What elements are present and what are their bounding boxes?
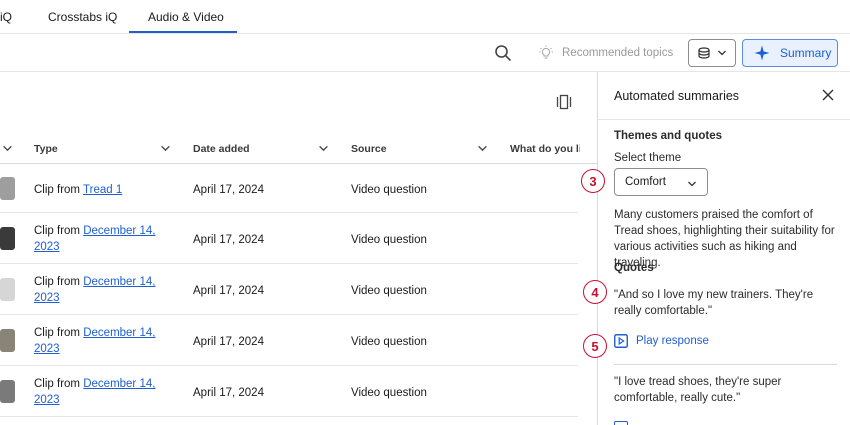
clip-prefix: Clip from	[34, 276, 81, 288]
clip-source-link[interactable]: December 14,	[83, 276, 155, 288]
source: Video question	[351, 285, 427, 297]
summary-label: Summary	[780, 46, 832, 60]
recommended-topics-button[interactable]: Recommended topics	[538, 45, 673, 61]
table-row[interactable]: Clip from December 14, 2023 April 17, 202…	[0, 316, 578, 366]
quote-text: "I love tread shoes, they're super comfo…	[614, 376, 782, 404]
sparkle-icon	[754, 45, 770, 61]
callout-badge-5: 5	[583, 334, 607, 358]
recommended-topics-label: Recommended topics	[562, 47, 674, 59]
source: Video question	[351, 336, 427, 348]
clip-prefix: Clip from	[34, 225, 81, 237]
column-header-what-do-you-like[interactable]: What do you lik	[510, 143, 580, 155]
clip-prefix: Clip from	[34, 184, 81, 196]
video-thumbnail[interactable]	[0, 177, 15, 200]
chevron-down-icon[interactable]	[160, 143, 171, 154]
toolbar: Recommended topics Summary	[0, 34, 850, 72]
summary-button[interactable]: Summary	[742, 39, 838, 67]
clip-source-link-year[interactable]: 2023	[34, 394, 60, 406]
table-row[interactable]: Clip from December 14, 2023 April 17, 202…	[0, 367, 578, 417]
clip-source-link[interactable]: December 14,	[83, 225, 155, 237]
date-added: April 17, 2024	[193, 184, 264, 196]
section-title: Themes and quotes	[614, 130, 722, 142]
automated-summaries-panel: Automated summaries Themes and quotes Se…	[597, 72, 850, 425]
play-response-button[interactable]: Play response	[614, 334, 709, 348]
database-icon	[698, 47, 710, 59]
divider	[614, 364, 837, 365]
tab-crosstabs-iq[interactable]: Crosstabs iQ	[48, 10, 117, 24]
close-icon[interactable]	[822, 89, 834, 101]
clip-prefix: Clip from	[34, 327, 81, 339]
lightbulb-icon	[539, 45, 553, 59]
data-source-dropdown[interactable]	[688, 39, 736, 67]
clip-source-link-year[interactable]: 2023	[34, 241, 60, 253]
date-added: April 17, 2024	[193, 336, 264, 348]
active-tab-indicator	[129, 31, 237, 33]
play-response-label: Play response	[636, 335, 709, 347]
chevron-down-icon[interactable]	[2, 143, 13, 154]
column-header-source[interactable]: Source	[351, 143, 387, 155]
clip-source-link[interactable]: December 14,	[83, 327, 155, 339]
column-header-type[interactable]: Type	[34, 143, 58, 155]
table-row[interactable]: Clip from December 14, 2023 April 17, 202…	[0, 265, 578, 315]
clip-prefix: Clip from	[34, 378, 81, 390]
clips-table-area: Type Date added Source What do you lik C…	[0, 72, 597, 425]
clip-source-link[interactable]: Tread 1	[83, 184, 122, 196]
chevron-down-icon[interactable]	[318, 143, 329, 154]
clip-source-link-year[interactable]: 2023	[34, 292, 60, 304]
column-header-date-added[interactable]: Date added	[193, 143, 250, 155]
theme-select[interactable]: Comfort	[614, 168, 708, 196]
panel-title: Automated summaries	[614, 89, 740, 103]
table-row[interactable]: Clip from Tread 1 April 17, 2024 Video q…	[0, 165, 578, 213]
date-added: April 17, 2024	[193, 234, 264, 246]
quote-text: "And so I love my new trainers. They're …	[614, 289, 814, 317]
columns-icon[interactable]	[556, 94, 572, 110]
source: Video question	[351, 387, 427, 399]
tab-iq[interactable]: iQ	[0, 10, 12, 24]
table-row[interactable]: Clip from December 14, 2023 April 17, 202…	[0, 214, 578, 264]
selected-theme: Comfort	[625, 176, 666, 188]
video-thumbnail[interactable]	[0, 380, 15, 403]
video-thumbnail[interactable]	[0, 227, 15, 250]
clip-source-link-year[interactable]: 2023	[34, 343, 60, 355]
source: Video question	[351, 234, 427, 246]
clip-source-link[interactable]: December 14,	[83, 378, 155, 390]
source: Video question	[351, 184, 427, 196]
table-header: Type Date added Source What do you lik	[0, 136, 597, 164]
callout-badge-3: 3	[581, 169, 605, 193]
chevron-down-icon	[718, 50, 726, 56]
tab-audio-video[interactable]: Audio & Video	[148, 10, 224, 24]
search-icon[interactable]	[494, 44, 512, 62]
video-thumbnail[interactable]	[0, 329, 15, 352]
panel-header: Automated summaries	[598, 72, 850, 120]
play-icon[interactable]	[614, 421, 628, 425]
chevron-down-icon[interactable]	[477, 143, 488, 154]
date-added: April 17, 2024	[193, 285, 264, 297]
quotes-title: Quotes	[614, 262, 654, 274]
tab-bar: iQ Crosstabs iQ Audio & Video	[0, 0, 850, 34]
chevron-down-icon	[688, 181, 696, 187]
video-thumbnail[interactable]	[0, 278, 15, 301]
callout-badge-4: 4	[583, 280, 607, 304]
select-theme-label: Select theme	[614, 152, 682, 164]
play-icon	[614, 334, 628, 348]
date-added: April 17, 2024	[193, 387, 264, 399]
